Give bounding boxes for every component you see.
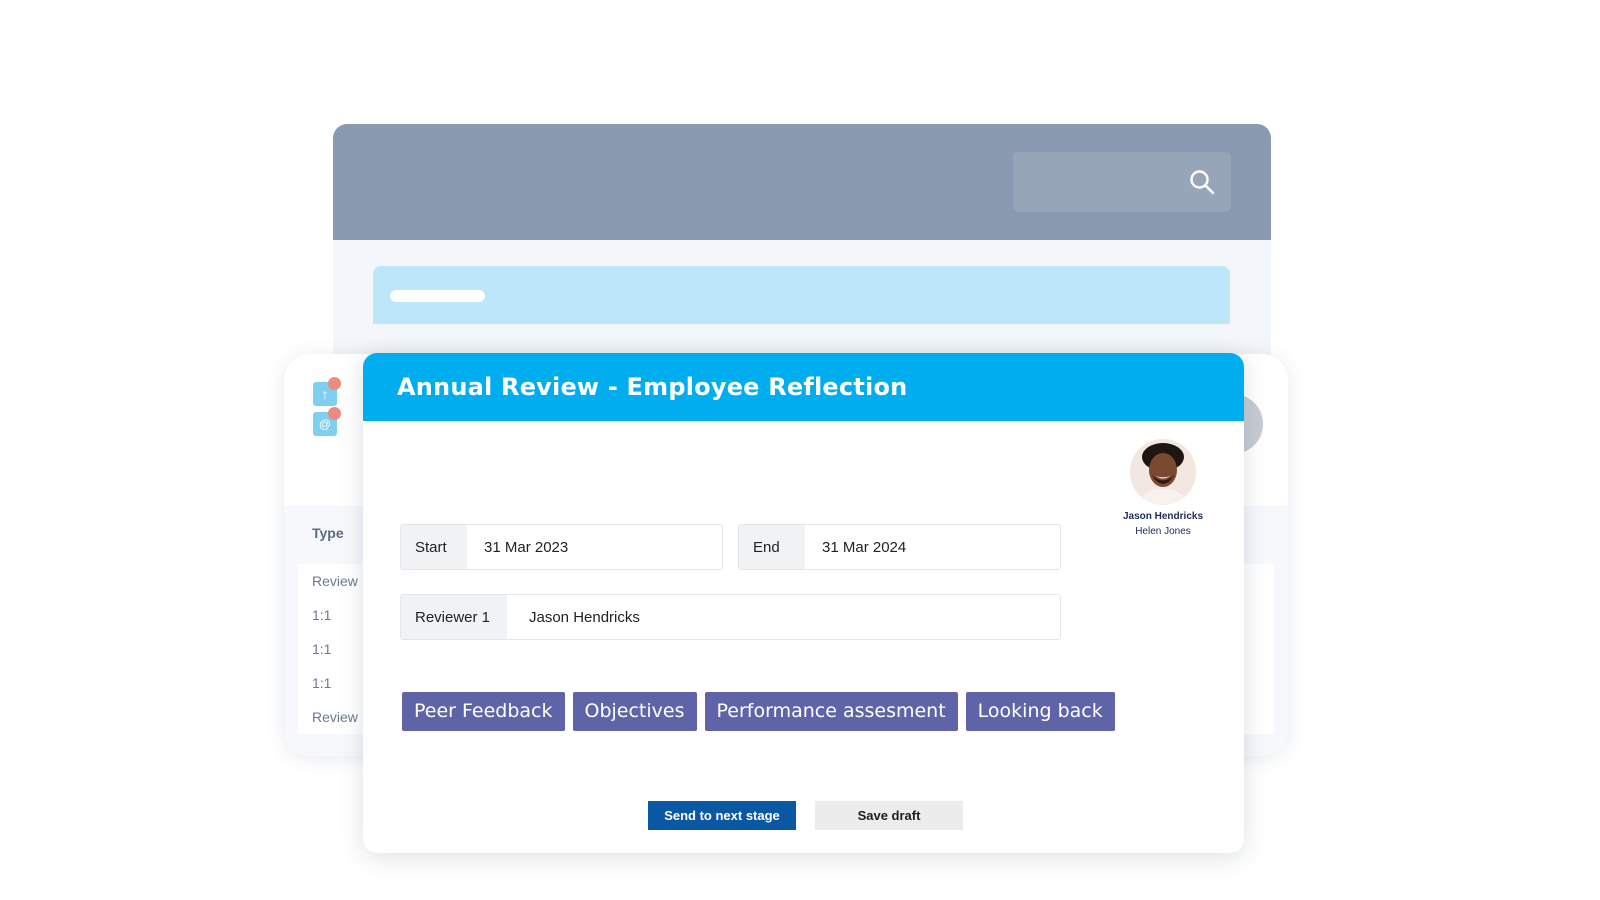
tab-objectives[interactable]: Objectives xyxy=(572,692,697,731)
person-portrait-icon xyxy=(1130,439,1196,505)
manager-name: Helen Jones xyxy=(1135,526,1191,537)
send-to-next-stage-button[interactable]: Send to next stage xyxy=(648,801,796,830)
notification-dot xyxy=(328,377,341,390)
type-column-header: Type xyxy=(312,525,344,541)
employee-card: Jason Hendricks Helen Jones xyxy=(1103,439,1223,537)
search-icon xyxy=(1190,170,1215,195)
end-date-value[interactable]: 31 Mar 2024 xyxy=(805,525,906,569)
start-date-label: Start xyxy=(401,525,467,569)
banner-placeholder-bar xyxy=(390,290,485,302)
notification-dot xyxy=(328,407,341,420)
background-header xyxy=(333,124,1271,240)
background-search-box[interactable] xyxy=(1013,152,1231,212)
employee-name: Jason Hendricks xyxy=(1122,511,1204,522)
reviewer-label: Reviewer 1 xyxy=(401,595,507,639)
modal-header: Annual Review - Employee Reflection xyxy=(363,353,1244,421)
end-date-field[interactable]: End 31 Mar 2024 xyxy=(738,524,1061,570)
reviewer-value[interactable]: Jason Hendricks xyxy=(507,595,640,639)
start-date-value[interactable]: 31 Mar 2023 xyxy=(467,525,568,569)
save-draft-button[interactable]: Save draft xyxy=(815,801,963,830)
reviewer-field[interactable]: Reviewer 1 Jason Hendricks xyxy=(400,594,1061,640)
section-tabs: Peer Feedback Objectives Performance ass… xyxy=(402,692,1115,731)
avatar[interactable] xyxy=(1130,439,1196,505)
tab-looking-back[interactable]: Looking back xyxy=(965,692,1115,731)
end-date-label: End xyxy=(739,525,805,569)
review-modal: Annual Review - Employee Reflection Jaso… xyxy=(363,353,1244,853)
tab-performance-assessment[interactable]: Performance assesment xyxy=(704,692,958,731)
tab-peer-feedback[interactable]: Peer Feedback xyxy=(402,692,565,731)
start-date-field[interactable]: Start 31 Mar 2023 xyxy=(400,524,723,570)
modal-title: Annual Review - Employee Reflection xyxy=(397,373,908,401)
background-banner xyxy=(373,266,1230,324)
list-rows-edge xyxy=(1244,564,1274,734)
